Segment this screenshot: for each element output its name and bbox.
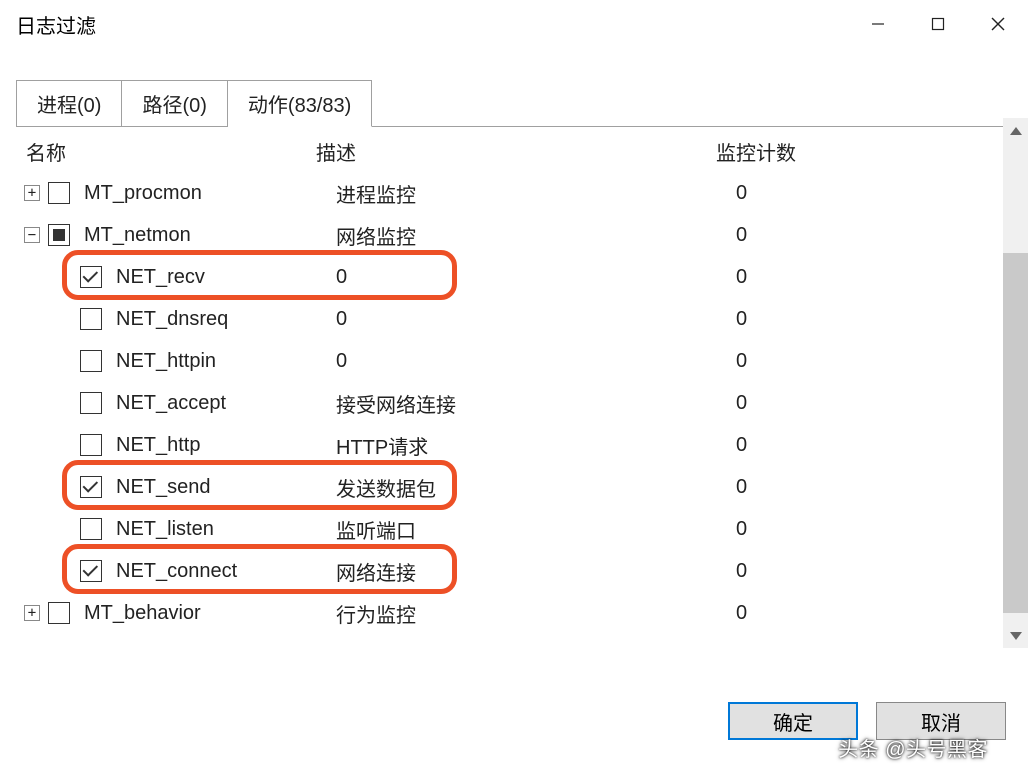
row-name: MT_behavior [84,602,336,625]
col-count-header[interactable]: 监控计数 [716,137,1012,166]
tree-row[interactable]: + MT_behavior行为监控0 [24,592,1012,634]
tree-row[interactable]: NET_send发送数据包0 [24,466,1012,508]
scrollbar-thumb[interactable] [1003,253,1028,613]
row-count: 0 [736,476,1012,499]
checkbox[interactable] [80,476,102,498]
row-name: NET_listen [116,518,336,541]
row-count: 0 [736,392,1012,415]
row-desc: 0 [336,308,736,331]
tree-row[interactable]: NET_connect网络连接0 [24,550,1012,592]
checkbox[interactable] [80,308,102,330]
row-count: 0 [736,518,1012,541]
row-desc: 行为监控 [336,599,736,628]
row-name: NET_connect [116,560,336,583]
tree-row[interactable]: NET_listen监听端口0 [24,508,1012,550]
row-desc: 网络连接 [336,557,736,586]
tab-process[interactable]: 进程(0) [16,80,122,127]
row-count: 0 [736,350,1012,373]
row-name: NET_dnsreq [116,308,336,331]
window-title: 日志过滤 [16,10,96,39]
row-desc: 0 [336,266,736,289]
row-desc: 0 [336,350,736,373]
row-name: NET_send [116,476,336,499]
scroll-up-arrow-icon[interactable] [1003,118,1028,143]
row-desc: 进程监控 [336,179,736,208]
row-count: 0 [736,602,1012,625]
minimize-button[interactable] [848,0,908,48]
col-desc-header[interactable]: 描述 [316,137,716,166]
col-name-header[interactable]: 名称 [26,137,316,166]
row-desc: 接受网络连接 [336,389,736,418]
tree-row[interactable]: NET_httpHTTP请求0 [24,424,1012,466]
expand-icon[interactable]: + [24,185,40,201]
row-name: NET_httpin [116,350,336,373]
row-count: 0 [736,434,1012,457]
maximize-button[interactable] [908,0,968,48]
tree-row[interactable]: NET_httpin00 [24,340,1012,382]
checkbox[interactable] [80,266,102,288]
row-desc: HTTP请求 [336,431,736,460]
tree: +MT_procmon进程监控0−MT_netmon网络监控0NET_recv0… [16,172,1012,672]
row-name: MT_procmon [84,182,336,205]
tab-path[interactable]: 路径(0) [122,80,227,127]
row-name: NET_http [116,434,336,457]
checkbox[interactable] [48,182,70,204]
checkbox[interactable] [80,560,102,582]
tab-action[interactable]: 动作(83/83) [228,80,372,127]
tabs: 进程(0) 路径(0) 动作(83/83) [16,80,1012,126]
tree-row[interactable]: NET_accept接受网络连接0 [24,382,1012,424]
columns-header: 名称 描述 监控计数 [16,133,1012,172]
row-count: 0 [736,224,1012,247]
collapse-icon[interactable]: − [24,227,40,243]
scroll-down-arrow-icon[interactable] [1003,623,1028,648]
cancel-button[interactable]: 取消 [876,702,1006,740]
row-name: MT_netmon [84,224,336,247]
tree-row[interactable]: − MT_netmon网络监控0 [24,214,1012,256]
row-desc: 网络监控 [336,221,736,250]
row-name: NET_recv [116,266,336,289]
content: 进程(0) 路径(0) 动作(83/83) 名称 描述 监控计数 + MT_pro… [0,80,1028,672]
row-count: 0 [736,182,1012,205]
dialog-buttons: 确定 取消 [728,702,1006,740]
row-count: 0 [736,266,1012,289]
row-name: NET_accept [116,392,336,415]
checkbox[interactable] [80,434,102,456]
tree-row[interactable]: NET_dnsreq00 [24,298,1012,340]
window-controls [848,0,1028,48]
close-button[interactable] [968,0,1028,48]
checkbox[interactable] [80,392,102,414]
expand-icon[interactable]: + [24,605,40,621]
checkbox[interactable] [48,602,70,624]
titlebar: 日志过滤 [0,0,1028,48]
tree-row[interactable]: + MT_procmon进程监控0 [24,172,1012,214]
checkbox[interactable] [80,350,102,372]
ok-button[interactable]: 确定 [728,702,858,740]
checkbox[interactable] [48,224,70,246]
row-count: 0 [736,308,1012,331]
tab-panel: 名称 描述 监控计数 +MT_procmon进程监控0−MT_netmon网络监… [16,126,1012,672]
scrollbar[interactable] [1003,118,1028,648]
row-desc: 发送数据包 [336,473,736,502]
checkbox[interactable] [80,518,102,540]
row-count: 0 [736,560,1012,583]
row-desc: 监听端口 [336,515,736,544]
tree-row[interactable]: NET_recv00 [24,256,1012,298]
